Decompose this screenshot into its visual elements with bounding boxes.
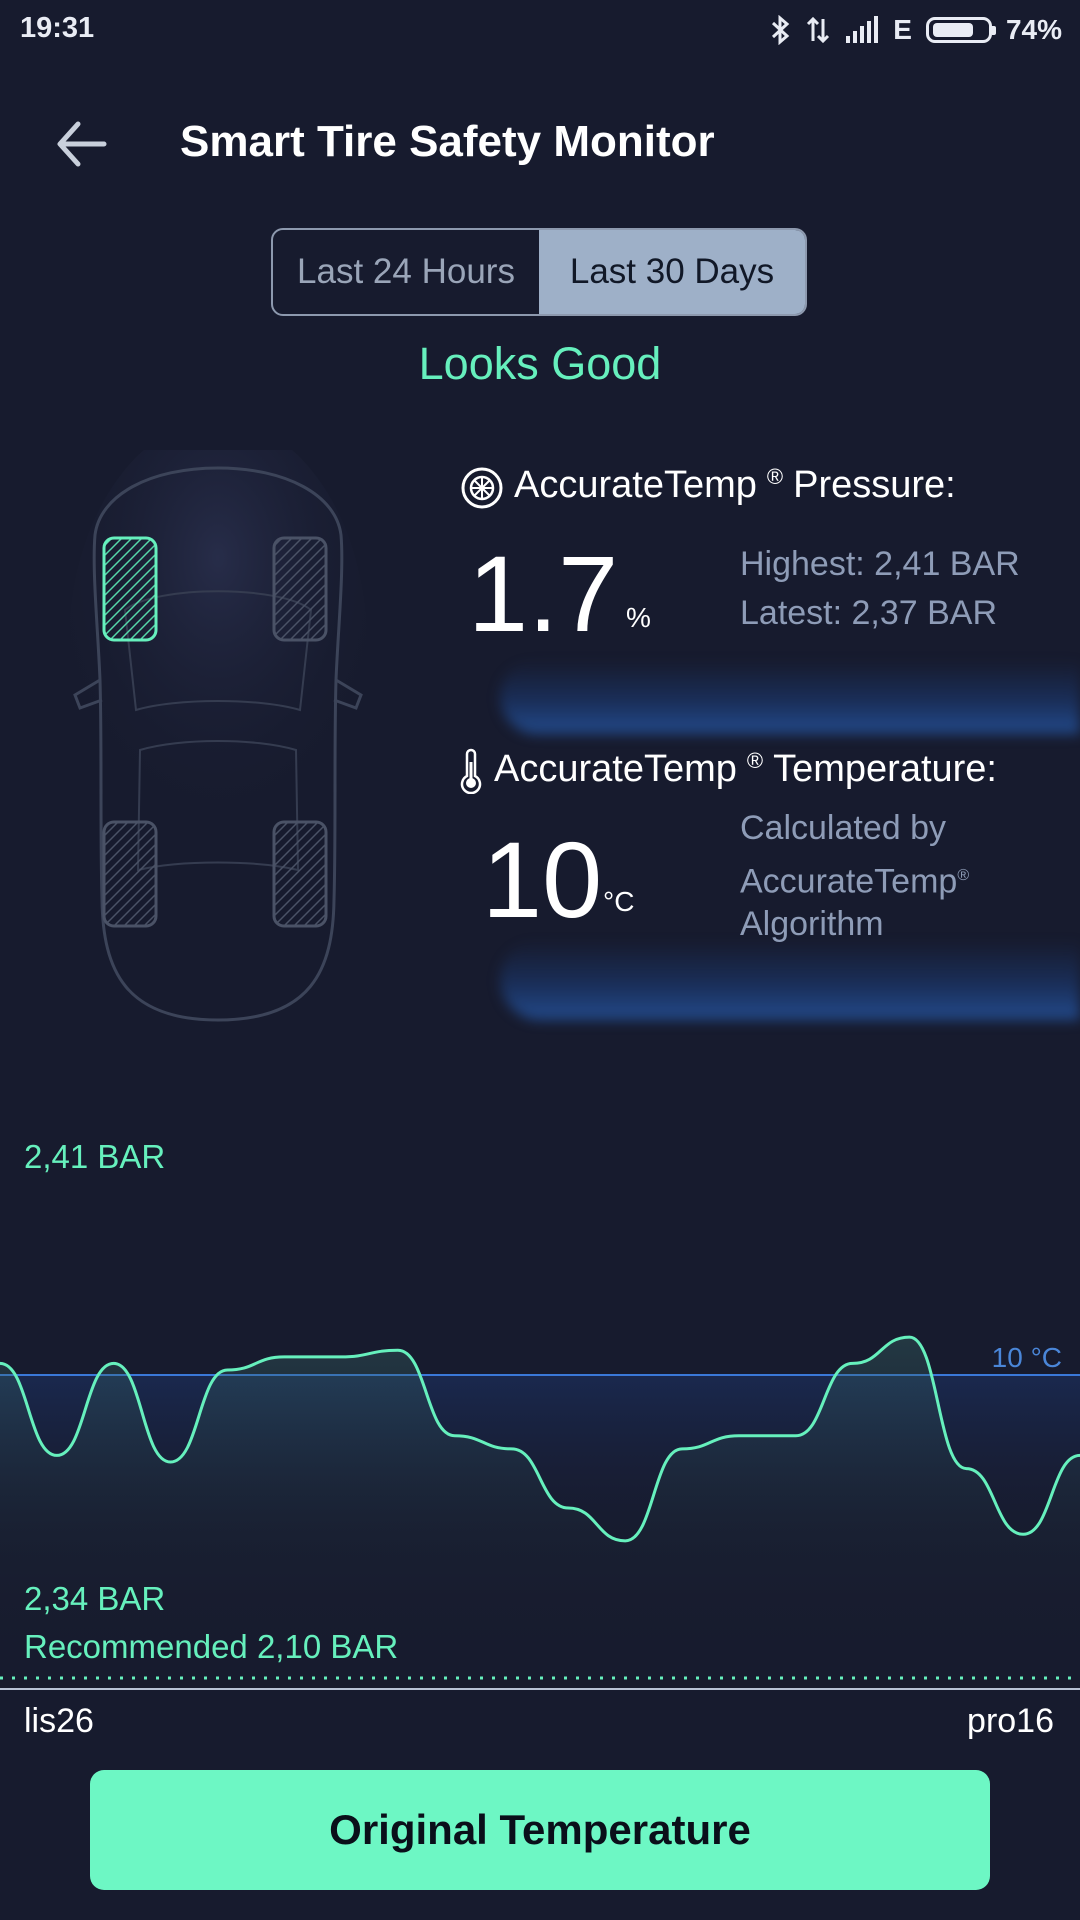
back-button[interactable]: [52, 114, 112, 174]
temperature-heading-suffix: Temperature:: [773, 748, 997, 790]
registered-mark: ®: [766, 464, 784, 489]
network-type: E: [893, 14, 912, 45]
period-toggle: Last 24 Hours Last 30 Days: [271, 228, 807, 316]
status-icons: E 74%: [769, 10, 1062, 50]
chart-recommended-label: Recommended 2,10 BAR: [24, 1628, 399, 1665]
temperature-value: 10: [482, 819, 603, 940]
tab-last-30-days[interactable]: Last 30 Days: [539, 230, 805, 314]
tire-front-left: [102, 536, 158, 642]
temperature-heading: AccurateTemp ® Temperature:: [458, 748, 997, 794]
pressure-panel-glow: [500, 660, 1080, 734]
tab-last-24-hours[interactable]: Last 24 Hours: [273, 230, 539, 314]
pressure-heading-brand: AccurateTemp: [514, 464, 757, 506]
tire-rear-right: [272, 820, 328, 928]
status-text: Looks Good: [418, 338, 662, 389]
tire-rear-left: [102, 820, 158, 928]
registered-mark: ®: [957, 867, 970, 884]
page-title: Smart Tire Safety Monitor: [180, 117, 715, 166]
original-temperature-button[interactable]: Original Temperature: [90, 1770, 990, 1890]
arrow-left-icon: [57, 121, 107, 167]
thermometer-icon: [460, 748, 482, 794]
temperature-desc-line2: AccurateTemp®: [740, 862, 970, 901]
x-axis-end-label: pro16: [967, 1702, 1054, 1740]
signal-icon: [846, 16, 879, 43]
chart-temperature-label: 10 °C: [991, 1342, 1062, 1373]
temperature-desc-line3: Algorithm: [740, 905, 884, 943]
temperature-unit: °C: [603, 886, 635, 917]
axis-divider: [0, 1688, 1080, 1690]
clock: 19:31: [20, 12, 95, 44]
data-transfer-icon: [807, 16, 830, 44]
tire-front-right: [272, 536, 328, 642]
pressure-heading: AccurateTemp ® Pressure:: [460, 464, 956, 510]
pressure-heading-suffix: Pressure:: [793, 464, 956, 506]
battery-percent: 74%: [1005, 14, 1062, 45]
pressure-highest: Highest: 2,41 BAR: [740, 545, 1020, 583]
chart-min-label: 2,34 BAR: [24, 1580, 166, 1617]
battery-icon: [925, 17, 996, 43]
x-axis-start-label: lis26: [24, 1702, 94, 1740]
pressure-unit: %: [626, 602, 651, 633]
bluetooth-icon: [772, 15, 790, 45]
pressure-value: 1.7: [468, 533, 619, 654]
temperature-desc-line1: Calculated by: [740, 809, 947, 847]
status-bar: 19:31 E 74%: [0, 0, 1080, 60]
car-illustration: [70, 450, 368, 1022]
temperature-heading-brand: AccurateTemp: [494, 748, 737, 790]
pressure-latest: Latest: 2,37 BAR: [740, 594, 998, 632]
tire-icon: [461, 467, 503, 509]
registered-mark: ®: [746, 748, 764, 773]
temperature-panel-glow: [500, 940, 1080, 1020]
